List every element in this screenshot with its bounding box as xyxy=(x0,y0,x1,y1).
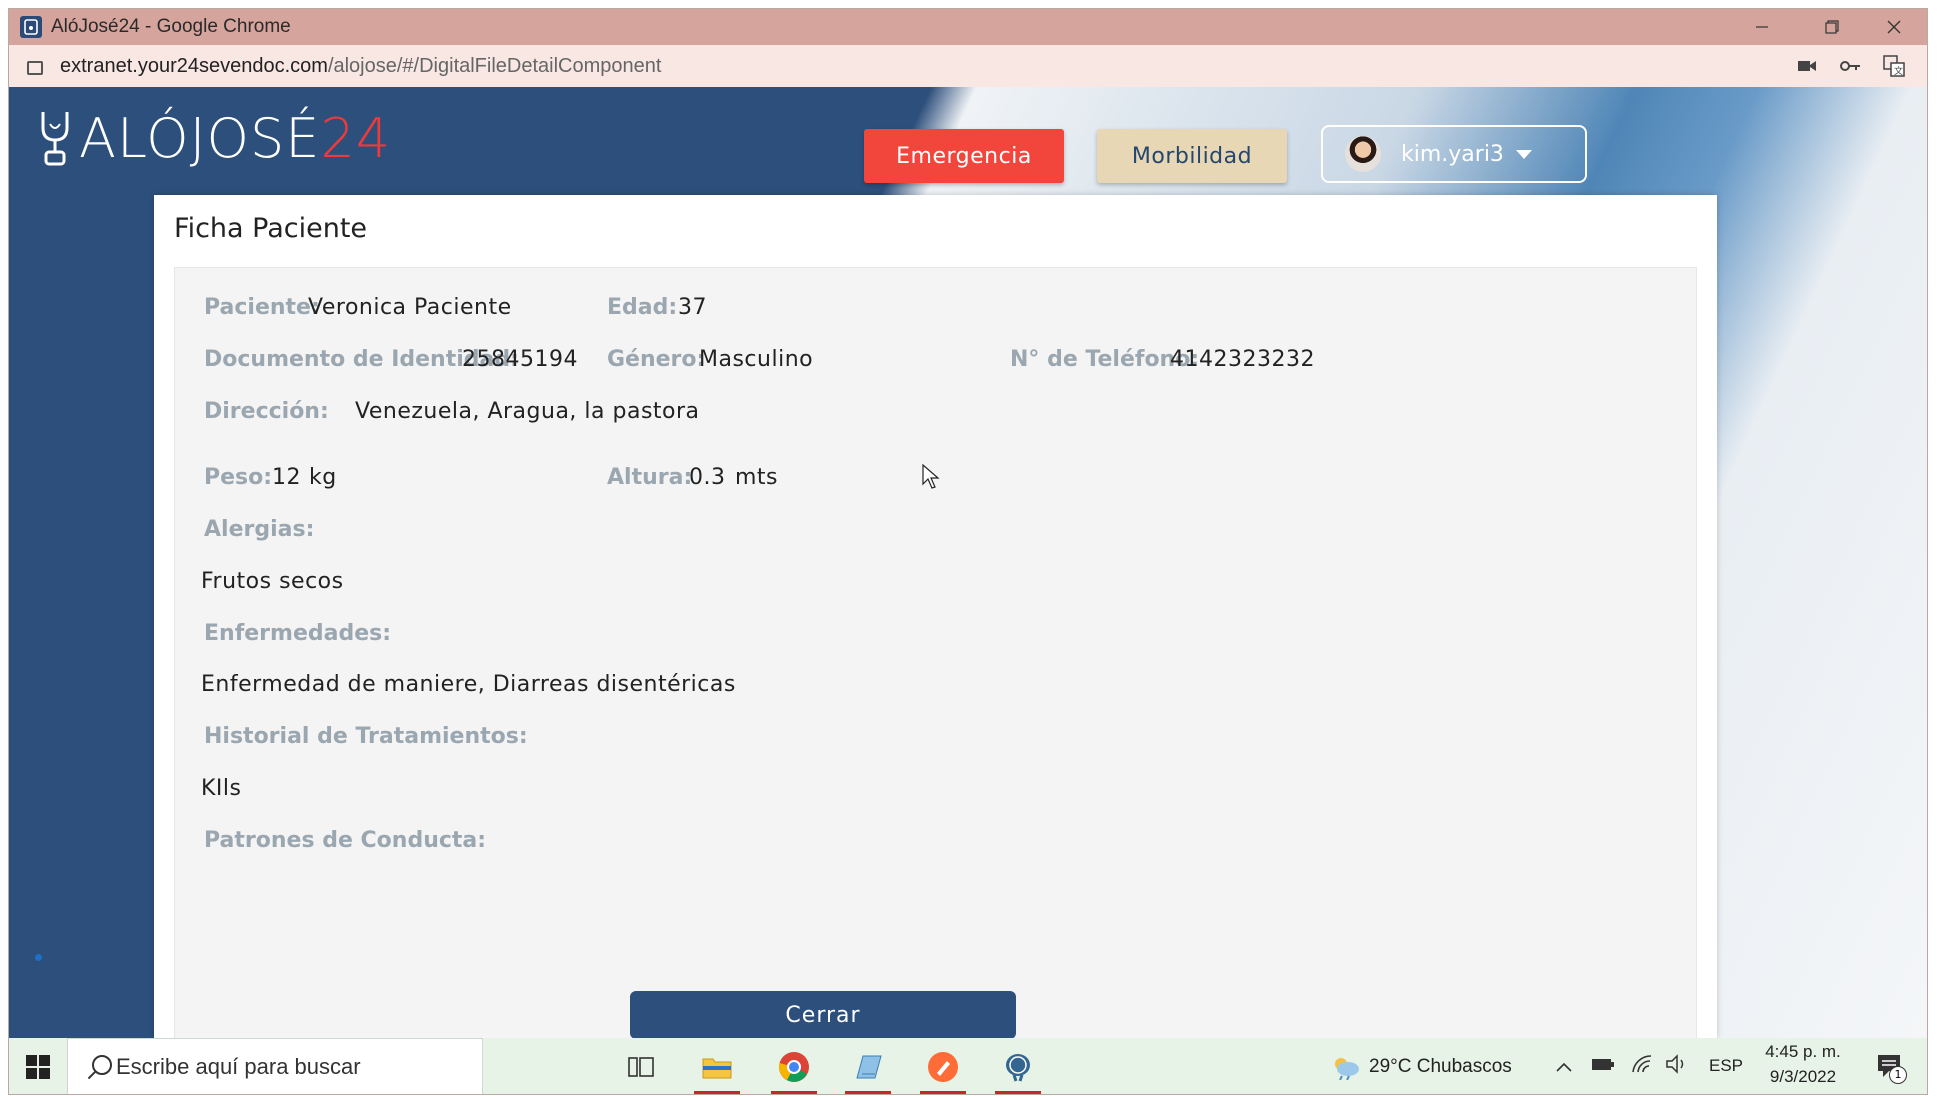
address-value: Venezuela, Aragua, la pastora xyxy=(355,399,700,424)
camera-icon[interactable] xyxy=(1797,57,1817,79)
avatar xyxy=(1345,136,1381,172)
chrome-icon[interactable] xyxy=(765,1044,823,1094)
volume-icon[interactable] xyxy=(1665,1054,1689,1078)
restore-button[interactable] xyxy=(1797,9,1867,45)
user-menu-dropdown[interactable]: kim.yari3 xyxy=(1321,125,1587,183)
treatments-label: Historial de Tratamientos: xyxy=(204,724,528,749)
logo-number: 24 xyxy=(320,106,392,170)
notification-count-badge: 1 xyxy=(1889,1066,1907,1084)
close-button[interactable]: Cerrar xyxy=(630,991,1016,1038)
allergies-value: Frutos secos xyxy=(201,569,344,594)
logo-text: ALÓJOSÉ24 xyxy=(79,107,391,170)
file-explorer-icon[interactable] xyxy=(688,1044,746,1094)
weather-text[interactable]: 29°C Chubascos xyxy=(1369,1056,1512,1078)
phone-value: 4142323232 xyxy=(1170,347,1315,372)
search-placeholder: Escribe aquí para buscar xyxy=(116,1054,361,1079)
patient-details-panel: Paciente: Veronica Paciente Edad: 37 Doc… xyxy=(174,267,1697,1038)
postman-icon[interactable] xyxy=(914,1044,972,1094)
gender-label: Género: xyxy=(607,347,706,372)
height-label: Altura: xyxy=(607,465,693,490)
patient-record-card: Ficha Paciente Paciente: Veronica Pacien… xyxy=(154,195,1717,1038)
height-unit: mts xyxy=(735,465,779,490)
running-indicator xyxy=(995,1091,1041,1094)
username: kim.yari3 xyxy=(1401,141,1504,167)
emergency-button[interactable]: Emergencia xyxy=(864,129,1064,183)
mouse-cursor-icon xyxy=(922,463,940,494)
patient-label: Paciente: xyxy=(204,295,320,320)
browser-window: AlóJosé24 - Google Chrome extranet.your2… xyxy=(8,8,1928,1095)
close-window-button[interactable] xyxy=(1859,9,1927,45)
treatments-value: KIls xyxy=(201,776,242,801)
stethoscope-icon xyxy=(41,112,69,166)
site-favicon-icon xyxy=(20,16,42,38)
task-view-icon[interactable] xyxy=(612,1044,670,1090)
title-bar: AlóJosé24 - Google Chrome xyxy=(9,9,1927,45)
search-icon xyxy=(92,1055,112,1075)
id-document-value: 25845194 xyxy=(462,347,578,372)
lock-icon[interactable] xyxy=(27,61,43,75)
url-domain: extranet.your24sevendoc.com xyxy=(60,55,328,77)
url-path: /alojose/#/DigitalFileDetailComponent xyxy=(327,55,662,77)
chevron-up-icon[interactable] xyxy=(1555,1058,1573,1077)
language-indicator[interactable]: ESP xyxy=(1709,1056,1743,1076)
behavior-patterns-label: Patrones de Conducta: xyxy=(204,828,487,853)
address-bar[interactable]: extranet.your24sevendoc.com/alojose/#/Di… xyxy=(9,45,1927,88)
taskbar-search-input[interactable]: Escribe aquí para buscar xyxy=(67,1038,483,1094)
running-indicator xyxy=(920,1091,966,1094)
weight-unit: kg xyxy=(309,465,337,490)
allergies-label: Alergias: xyxy=(204,517,315,542)
weight-label: Peso: xyxy=(204,465,273,490)
diseases-label: Enfermedades: xyxy=(204,621,392,646)
diseases-value: Enfermedad de maniere, Diarreas disentér… xyxy=(201,672,736,697)
notepad-app-icon[interactable] xyxy=(839,1044,897,1094)
postgresql-icon[interactable] xyxy=(989,1044,1047,1094)
gender-value: Masculino xyxy=(699,347,814,372)
address-label: Dirección: xyxy=(204,399,329,424)
clock-time: 4:45 p. m. xyxy=(1765,1042,1841,1061)
key-icon[interactable] xyxy=(1839,57,1861,79)
running-indicator xyxy=(845,1091,891,1094)
windows-logo-icon xyxy=(26,1055,50,1079)
weather-icon[interactable] xyxy=(1329,1054,1361,1084)
svg-text:文: 文 xyxy=(1894,65,1903,77)
translate-icon[interactable]: 文 xyxy=(1883,55,1905,81)
age-value: 37 xyxy=(678,295,707,320)
wifi-icon[interactable] xyxy=(1631,1054,1653,1078)
notification-center-icon[interactable]: 1 xyxy=(1875,1052,1907,1086)
windows-start-button[interactable] xyxy=(9,1038,67,1094)
caret-down-icon xyxy=(1515,149,1532,159)
logo-name: ALÓJOSÉ xyxy=(79,106,321,170)
clock-date: 9/3/2022 xyxy=(1769,1067,1837,1086)
minimize-button[interactable] xyxy=(1727,9,1797,45)
running-indicator xyxy=(771,1091,817,1094)
patient-value: Veronica Paciente xyxy=(308,295,512,320)
height-value: 0.3 xyxy=(689,465,726,490)
morbidity-button[interactable]: Morbilidad xyxy=(1097,129,1287,183)
url-text[interactable]: extranet.your24sevendoc.com/alojose/#/Di… xyxy=(60,55,661,78)
clock[interactable]: 4:45 p. m. 9/3/2022 xyxy=(1763,1042,1843,1087)
weight-value: 12 xyxy=(272,465,301,490)
app-container: ALÓJOSÉ24 Emergencia Morbilidad kim.yari… xyxy=(9,87,1927,1038)
taskbar: Escribe aquí para buscar 29°C Chubascos … xyxy=(9,1038,1927,1094)
app-logo[interactable]: ALÓJOSÉ24 xyxy=(37,101,391,175)
window-title: AlóJosé24 - Google Chrome xyxy=(51,16,291,37)
battery-icon[interactable] xyxy=(1591,1056,1615,1076)
page-title: Ficha Paciente xyxy=(174,213,368,244)
running-indicator xyxy=(694,1091,740,1094)
age-label: Edad: xyxy=(607,295,678,320)
sidebar-indicator-dot xyxy=(35,954,42,961)
